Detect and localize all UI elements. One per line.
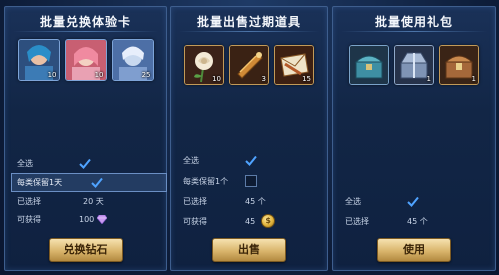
obtain-row: 可获得 100 (17, 211, 160, 227)
rose-item[interactable]: 10 (184, 45, 224, 85)
select-all-row[interactable]: 全选 (345, 193, 489, 209)
select-all-checkbox[interactable] (79, 158, 91, 169)
selected-value: 45 个 (407, 216, 428, 226)
gem-icon (97, 214, 108, 224)
obtain-label: 可获得 (183, 216, 207, 226)
gift-chest-item[interactable]: 1 (394, 45, 434, 85)
blue-chest-icon (350, 46, 388, 84)
select-all-checkbox[interactable] (245, 155, 257, 166)
gift-chest-item[interactable]: 1 (439, 45, 479, 85)
exchange-trial-card-panel: 批量兑换体验卡 10 10 25 全选 每类保留1天 已选择 20 天 可获得 … (4, 6, 167, 271)
select-all-checkbox[interactable] (407, 196, 419, 207)
item-list: 10 3 15 (171, 45, 327, 85)
sell-expired-items-panel: 批量出售过期道具 10 3 15 全选 每类保留1个 已选择 45 个 可获得 … (170, 6, 328, 271)
select-all-label: 全选 (183, 155, 199, 165)
use-button[interactable]: 使用 (377, 238, 451, 262)
select-all-label: 全选 (17, 158, 33, 168)
obtain-row: 可获得 45 $ (183, 213, 321, 229)
item-count: 1 (471, 75, 476, 83)
sell-button[interactable]: 出售 (212, 238, 286, 262)
keep-one-row[interactable]: 每类保留1个 (183, 173, 321, 189)
checkmark-icon (79, 158, 91, 169)
selected-value: 45 个 (245, 196, 266, 206)
item-count: 10 (212, 75, 221, 83)
selected-label: 已选择 (345, 216, 369, 226)
title-divider (13, 31, 158, 32)
selected-value: 20 天 (83, 196, 104, 206)
keep-one-label: 每类保留1个 (183, 176, 229, 186)
selected-label: 已选择 (17, 196, 41, 206)
checkmark-icon (91, 177, 103, 188)
keep-one-checkbox[interactable] (245, 175, 257, 187)
gold-coin-icon: $ (261, 214, 276, 228)
item-count: 15 (302, 75, 311, 83)
letter-item[interactable]: 15 (274, 45, 314, 85)
panel-title: 批量出售过期道具 (196, 15, 301, 29)
keep-one-checkbox[interactable] (91, 177, 103, 188)
selected-row: 已选择 45 个 (183, 193, 321, 209)
item-count: 3 (261, 75, 266, 83)
obtain-value: 100 (79, 214, 95, 224)
use-gift-pack-panel: 批量使用礼包 1 1 全选 已选择 45 个 使用 (332, 6, 496, 271)
hero-card-item[interactable]: 25 (111, 39, 154, 81)
item-count: 25 (141, 71, 151, 79)
panel-title: 批量兑换体验卡 (39, 15, 131, 29)
hero-card-item[interactable]: 10 (64, 39, 107, 81)
select-all-row[interactable]: 全选 (17, 155, 160, 171)
title-divider (341, 31, 487, 32)
keep-one-row[interactable]: 每类保留1天 (17, 174, 160, 190)
selected-row: 已选择 20 天 (17, 193, 160, 209)
title-divider (179, 31, 319, 32)
item-list: 1 1 (333, 45, 495, 85)
select-all-label: 全选 (345, 196, 361, 206)
obtain-label: 可获得 (17, 214, 41, 224)
item-count: 1 (426, 75, 431, 83)
checkmark-icon (407, 196, 419, 207)
selected-row: 已选择 45 个 (345, 213, 489, 229)
item-count: 10 (47, 71, 57, 79)
scroll-item[interactable]: 3 (229, 45, 269, 85)
checkmark-icon (245, 155, 257, 166)
hero-card-item[interactable]: 10 (17, 39, 60, 81)
keep-one-label: 每类保留1天 (17, 177, 63, 187)
gift-chest-item[interactable] (349, 45, 389, 85)
selected-label: 已选择 (183, 196, 207, 206)
item-list: 10 10 25 (5, 39, 166, 81)
select-all-row[interactable]: 全选 (183, 152, 321, 168)
item-count: 10 (94, 71, 104, 79)
panel-title: 批量使用礼包 (374, 15, 453, 29)
exchange-diamond-button[interactable]: 兑换钻石 (48, 238, 123, 262)
obtain-value: 45 (245, 216, 256, 226)
